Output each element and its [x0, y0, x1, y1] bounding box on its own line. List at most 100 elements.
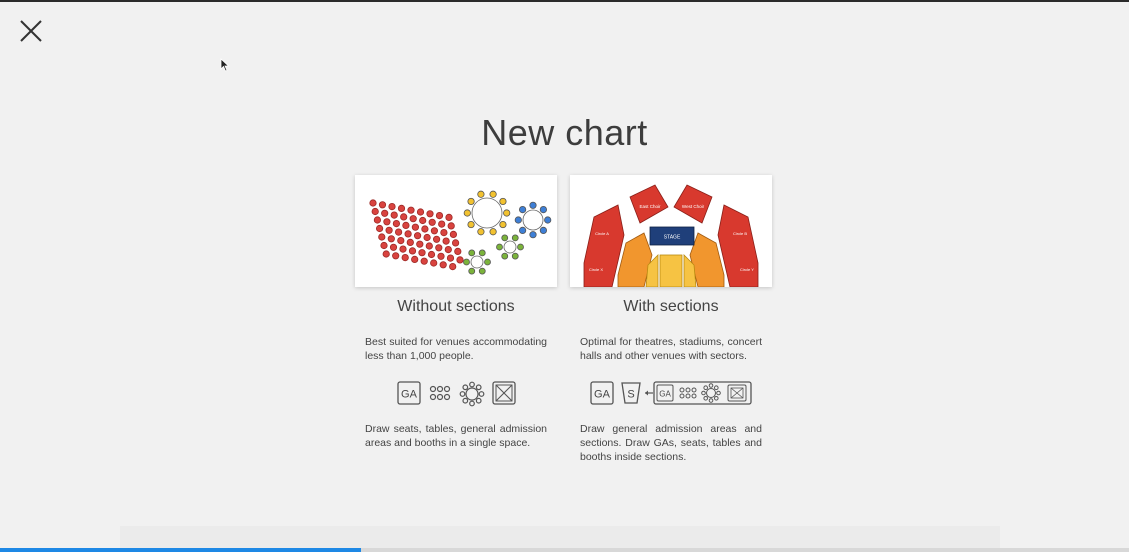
- table-seat: [503, 209, 511, 217]
- without-sections-preview-card[interactable]: [355, 175, 557, 287]
- option-without-sections[interactable]: Without sections Best suited for venues …: [355, 175, 557, 450]
- seat: [378, 233, 386, 241]
- table-seat: [467, 197, 475, 206]
- seat: [382, 250, 390, 258]
- svg-text:S: S: [627, 389, 634, 401]
- sections-venue-illustration: East Choir West Choir Circle A Circle B …: [583, 184, 759, 287]
- seat: [369, 199, 377, 207]
- svg-text:Circle B: Circle B: [733, 231, 747, 236]
- seat: [392, 252, 400, 260]
- seat: [420, 257, 428, 265]
- seat: [378, 201, 387, 209]
- seat: [375, 224, 384, 233]
- seat: [427, 250, 436, 259]
- svg-text:GA: GA: [659, 390, 671, 399]
- table-seat: [514, 216, 522, 224]
- inside-section-tools-group: GA: [645, 381, 752, 405]
- seat: [416, 240, 424, 248]
- seat: [438, 220, 446, 228]
- seat: [430, 259, 438, 267]
- option-with-sections[interactable]: East Choir West Choir Circle A Circle B …: [570, 175, 772, 464]
- seat: [449, 230, 458, 239]
- table-seat: [519, 206, 527, 214]
- seat: [439, 261, 447, 269]
- seat: [418, 249, 426, 257]
- seat: [383, 218, 391, 226]
- table-seat: [501, 252, 509, 260]
- seat: [425, 242, 433, 250]
- seat: [387, 235, 395, 243]
- seat: [390, 211, 398, 219]
- option-description: Best suited for venues accommodating les…: [365, 336, 547, 362]
- svg-text:GA: GA: [594, 389, 611, 401]
- seat: [408, 247, 417, 255]
- table-seat: [484, 258, 491, 266]
- seat: [416, 208, 425, 216]
- table-seat: [544, 216, 552, 224]
- tool-icons: GA S GA: [570, 381, 772, 407]
- table-seat: [477, 190, 485, 198]
- seat: [399, 245, 407, 253]
- table-seat: [499, 197, 507, 206]
- seat: [385, 226, 393, 234]
- table-seat: [529, 201, 537, 209]
- seat: [426, 210, 434, 218]
- seat: [440, 228, 448, 237]
- round-table: [470, 255, 484, 269]
- booth-icon: [492, 381, 516, 405]
- table-seat: [489, 190, 497, 198]
- seat: [437, 252, 445, 260]
- ga-icon: GA: [397, 381, 421, 405]
- table-seat: [478, 267, 486, 275]
- seat: [409, 215, 417, 223]
- seat: [446, 254, 455, 262]
- table-icon: [679, 387, 697, 399]
- arrow-left-icon: [645, 390, 653, 396]
- table-seat: [517, 243, 524, 251]
- with-sections-preview-card[interactable]: East Choir West Choir Circle A Circle B …: [570, 175, 772, 287]
- seat: [407, 206, 415, 214]
- seat: [423, 233, 431, 242]
- svg-text:Circle Y: Circle Y: [740, 267, 754, 272]
- mouse-cursor-icon: [220, 58, 230, 72]
- seat: [445, 213, 453, 222]
- seat: [411, 223, 420, 231]
- table-seat: [539, 206, 547, 214]
- seat: [435, 211, 444, 220]
- section-icon: S: [621, 382, 641, 404]
- loading-progress-bar: [0, 548, 1129, 552]
- round-table: [522, 209, 544, 231]
- seat: [381, 209, 389, 217]
- ga-icon: GA: [656, 384, 674, 402]
- round-table-icon: [459, 381, 485, 407]
- table-seat: [468, 249, 476, 257]
- seat: [404, 230, 412, 238]
- seat: [456, 256, 464, 264]
- option-description: Optimal for theatres, stadiums, concert …: [580, 336, 762, 362]
- table-seat: [496, 243, 503, 251]
- tools-description: Draw general admission areas and section…: [580, 423, 762, 463]
- round-table: [503, 240, 517, 254]
- seat: [419, 216, 427, 225]
- seat: [397, 204, 406, 213]
- table-seat: [463, 209, 471, 217]
- seat: [388, 202, 396, 211]
- table-seat: [519, 226, 527, 234]
- seat: [371, 207, 379, 216]
- seat: [454, 247, 462, 256]
- table-seat: [468, 267, 476, 275]
- table-seat: [511, 234, 519, 242]
- seat: [400, 213, 408, 221]
- seat: [447, 222, 455, 230]
- table-seat: [529, 231, 537, 239]
- svg-text:Circle A: Circle A: [595, 231, 609, 236]
- seat: [380, 241, 388, 250]
- seat: [392, 219, 401, 228]
- seat: [442, 237, 450, 245]
- seat: [394, 228, 403, 236]
- booth-icon: [727, 384, 747, 402]
- seat: [411, 255, 419, 264]
- table-icon: [429, 385, 451, 401]
- seat: [406, 238, 414, 247]
- close-icon[interactable]: [18, 18, 44, 44]
